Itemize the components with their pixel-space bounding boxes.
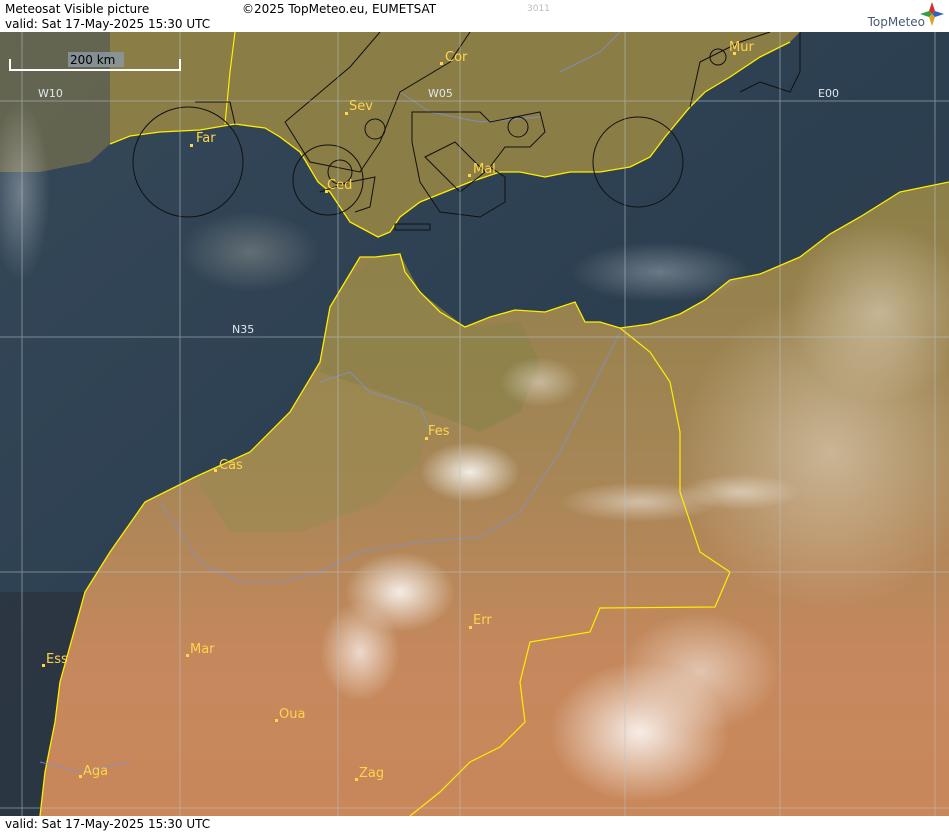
city-label: Zag <box>359 766 384 781</box>
city-label: Mal <box>473 162 496 177</box>
city-label: Fes <box>428 424 450 439</box>
grid-label-w10: W10 <box>38 87 63 100</box>
header-bar: Meteosat Visible picture ©2025 TopMeteo.… <box>0 0 949 32</box>
valid-time: valid: Sat 17-May-2025 15:30 UTC <box>5 17 211 31</box>
logo-text: TopMeteo <box>867 15 925 29</box>
city-label: Ced <box>327 178 352 193</box>
city-label: Far <box>196 131 216 146</box>
map-title: Meteosat Visible picture <box>5 2 150 16</box>
grid-label-e00: E00 <box>818 87 839 100</box>
city-label: Mar <box>190 642 215 657</box>
city-label: Aga <box>83 764 108 779</box>
city-label: Ess <box>46 652 68 667</box>
city-label: Cor <box>445 50 468 65</box>
product-code: 3011 <box>527 4 550 14</box>
city-label: Mur <box>729 40 754 55</box>
grid-label-w05: W05 <box>428 87 453 100</box>
satellite-map[interactable]: 200 km W10 W05 E00 N35 Cor Mur Sev Far M… <box>0 31 949 817</box>
copyright-text: ©2025 TopMeteo.eu, EUMETSAT <box>242 2 437 16</box>
city-label: Sev <box>349 99 373 114</box>
city-label: Cas <box>219 458 243 473</box>
map-canvas: 200 km W10 W05 E00 N35 Cor Mur Sev Far M… <box>0 31 949 817</box>
footer-bar: valid: Sat 17-May-2025 15:30 UTC <box>0 816 949 832</box>
city-label: Err <box>473 613 492 628</box>
city-label: Oua <box>279 707 305 722</box>
footer-valid-time: valid: Sat 17-May-2025 15:30 UTC <box>5 817 211 831</box>
topmeteo-logo[interactable]: TopMeteo <box>839 0 949 32</box>
scale-label: 200 km <box>70 53 115 67</box>
grid-label-n35: N35 <box>232 323 254 336</box>
